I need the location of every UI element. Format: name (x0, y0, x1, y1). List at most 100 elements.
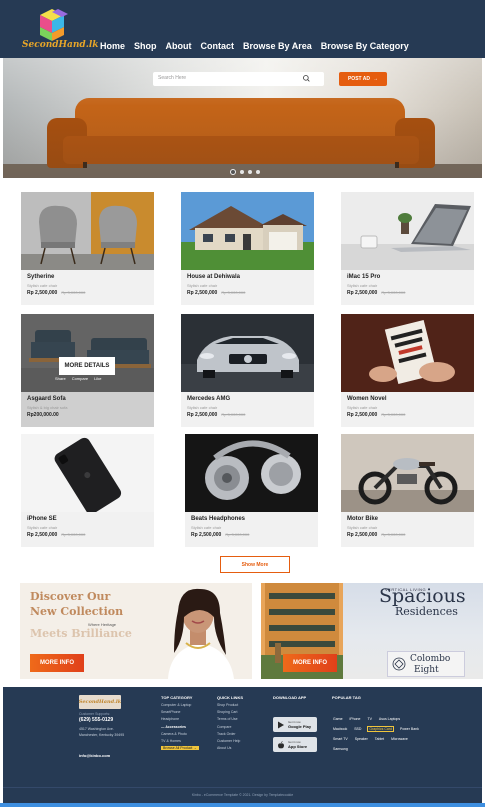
tag[interactable]: Speaker (354, 736, 369, 742)
product-image-chairs[interactable] (21, 192, 154, 270)
price-value: Rp 2,500,000 (27, 532, 58, 538)
more-info-button[interactable]: MORE INFO (283, 654, 337, 672)
product-card[interactable]: Beats Headphones Stylish cafe chair Rp 2… (185, 434, 318, 547)
site-footer: SecondHand.lk Customer Supports: (629) 5… (3, 687, 482, 803)
quick-link[interactable]: Compare (217, 725, 240, 729)
product-card[interactable]: Mercedes AMG Stylish cafe chair Rp 2,500… (181, 314, 314, 427)
support-email[interactable]: info@kinbo.com (79, 753, 110, 758)
product-image-house[interactable] (181, 192, 314, 270)
tag[interactable]: Game (332, 716, 344, 722)
tag[interactable]: Samsung (332, 746, 349, 752)
tag[interactable]: Microwave (390, 736, 409, 742)
nav-shop[interactable]: Shop (134, 41, 157, 51)
category-link-active[interactable]: — Accessories (161, 725, 199, 729)
product-image-phone[interactable] (21, 434, 154, 512)
product-title[interactable]: iPhone SE (27, 516, 57, 522)
product-title[interactable]: Sytherine (27, 274, 54, 280)
compare-action[interactable]: Compare (72, 376, 88, 381)
product-title[interactable]: Mercedes AMG (187, 396, 230, 402)
carousel-dot[interactable] (230, 169, 236, 175)
share-action[interactable]: Share (55, 376, 66, 381)
app-store-button[interactable]: Get it now App Store (273, 737, 317, 752)
support-phone[interactable]: (629) 555-0129 (79, 717, 113, 723)
residences-banner[interactable]: VERTICAL LIVING Spacious Residences MORE… (261, 583, 483, 679)
nav-home[interactable]: Home (100, 41, 125, 51)
product-card[interactable]: iPhone SE Stylish cafe chair Rp 2,500,00… (21, 434, 154, 547)
product-price: Rp 2,500,000 Rp 3,000,000 (347, 290, 405, 296)
post-ad-button[interactable]: POST AD → (339, 72, 387, 86)
product-card[interactable]: Women Novel Stylish cafe chair Rp 2,500,… (341, 314, 474, 427)
category-link[interactable]: Camera & Photo (161, 732, 199, 736)
product-card[interactable]: iMac 15 Pro Stylish cafe chair Rp 2,500,… (341, 192, 474, 305)
product-title[interactable]: House at Dehiwala (187, 274, 240, 280)
nav-contact[interactable]: Contact (201, 41, 235, 51)
product-title[interactable]: Asgaard Sofa (27, 396, 66, 402)
old-price: Rp 3,000,000 (225, 532, 250, 537)
more-details-button[interactable]: MORE DETAILS (59, 357, 115, 375)
google-play-button[interactable]: Get it now Google Play (273, 717, 317, 732)
google-play-big: Google Play (288, 724, 312, 729)
logo-text[interactable]: SecondHand.lk (22, 40, 99, 50)
old-price: Rp 3,000,000 (381, 532, 406, 537)
carousel-dot[interactable] (240, 170, 244, 174)
tag[interactable]: Power Bank (399, 726, 420, 732)
product-price: Rp 2,500,000 Rp 3,000,000 (347, 412, 405, 418)
tag[interactable]: iPhone (349, 716, 362, 722)
tag[interactable]: Asus Laptops (378, 716, 401, 722)
tag[interactable]: Macbook (332, 726, 348, 732)
quick-link[interactable]: Terms of Use (217, 717, 240, 721)
tag-selected[interactable]: Graphics Card (367, 726, 394, 732)
colombo-eight-logo: Colombo Eight (387, 651, 465, 677)
product-card-hovered[interactable]: MORE DETAILS Share Compare Like Asgaard … (21, 314, 154, 427)
quick-link[interactable]: Track Order (217, 732, 240, 736)
search-icon[interactable] (302, 74, 311, 83)
product-image-headphones[interactable] (185, 434, 318, 512)
category-link[interactable]: Headphone (161, 717, 199, 721)
browse-all-product-link[interactable]: Browse All Product → (161, 746, 199, 751)
product-title[interactable]: iMac 15 Pro (347, 274, 380, 280)
category-link[interactable]: SmartPhone (161, 710, 199, 714)
nav-about[interactable]: About (166, 41, 192, 51)
carousel-dot[interactable] (256, 170, 260, 174)
product-subtitle: Stylish cafe chair (187, 283, 218, 288)
banner-subtitle: Residences (395, 605, 458, 618)
carousel-dot[interactable] (248, 170, 252, 174)
show-more-button[interactable]: Show More (220, 556, 290, 573)
product-title[interactable]: Women Novel (347, 396, 387, 402)
tag[interactable]: Smart TV (332, 736, 349, 742)
product-image-car[interactable] (181, 314, 314, 392)
product-subtitle: Stylish cafe chair (187, 405, 218, 410)
quick-link[interactable]: Customer Help (217, 739, 240, 743)
product-image-motorbike[interactable] (341, 434, 474, 512)
quick-link[interactable]: Shop Product (217, 703, 240, 707)
product-card[interactable]: House at Dehiwala Stylish cafe chair Rp … (181, 192, 314, 305)
product-image-book[interactable] (341, 314, 474, 392)
product-title[interactable]: Beats Headphones (191, 516, 245, 522)
category-link[interactable]: TV & Homes (161, 739, 199, 743)
like-action[interactable]: Like (94, 376, 101, 381)
footer-logo[interactable]: SecondHand.lk (79, 695, 121, 709)
tag[interactable]: TV (366, 716, 372, 722)
nav-browse-by-area[interactable]: Browse By Area (243, 41, 312, 51)
product-title[interactable]: Motor Bike (347, 516, 378, 522)
product-image-laptop[interactable] (341, 192, 474, 270)
quick-link[interactable]: Shoping Cart (217, 710, 240, 714)
tag[interactable]: SSD (353, 726, 362, 732)
google-play-icon (278, 721, 284, 728)
more-info-button[interactable]: MORE INFO (30, 654, 84, 672)
address-line2: Manchester, Kentucky 39495 (79, 733, 125, 737)
quick-link[interactable]: About Us (217, 746, 240, 750)
nav-browse-by-category[interactable]: Browse By Category (321, 41, 409, 51)
old-price: Rp 3,000,000 (381, 290, 406, 295)
price-value: Rp 2,500,000 (27, 290, 58, 296)
product-subtitle: Stylish cafe chair (347, 283, 378, 288)
copyright: Kinbo - eCommerce Template © 2021. Desig… (191, 793, 294, 797)
search-input[interactable]: Search Here (153, 72, 324, 86)
product-card[interactable]: Sytherine Stylish cafe chair Rp 2,500,00… (21, 192, 154, 305)
tag[interactable]: Tablet (374, 736, 385, 742)
app-store-text: Get it now App Store (288, 740, 307, 749)
product-card[interactable]: Motor Bike Stylish cafe chair Rp 2,500,0… (341, 434, 474, 547)
category-link[interactable]: Computer & Laptop (161, 703, 199, 707)
top-category-heading: TOP CATEGORY (161, 695, 193, 700)
collection-banner[interactable]: Discover Our New Collection Where Herita… (20, 583, 252, 679)
